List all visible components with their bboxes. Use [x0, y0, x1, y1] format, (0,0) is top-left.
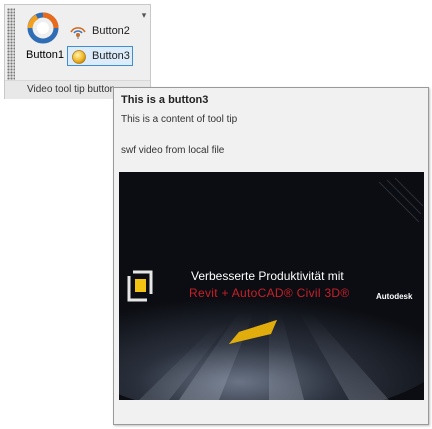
video-player[interactable]: Verbesserte Produktivität mit Revit + Au… [119, 172, 424, 400]
video-brand: Autodesk [376, 292, 413, 301]
button3[interactable]: Button3 [67, 46, 133, 66]
button2[interactable]: Button2 [68, 22, 138, 40]
button1-label: Button1 [26, 49, 64, 61]
yellow-orb-icon [72, 50, 86, 64]
tooltip-content: This is a content of tool tip [121, 114, 238, 125]
tooltip: This is a button3 This is a content of t… [113, 87, 429, 425]
wifi-signal-icon [70, 27, 86, 39]
button2-label: Button2 [92, 25, 130, 37]
tooltip-title: This is a button3 [121, 94, 209, 106]
tooltip-expanded-content: swf video from local file [121, 145, 225, 156]
ribbon-panel: ▾ Button1 Button2 Button3 Video tool tip… [4, 4, 151, 99]
panel-grip-handle[interactable] [7, 8, 15, 80]
video-product-name: Revit + AutoCAD® Civil 3D® [189, 286, 350, 300]
panel-title: Video tool tip button [27, 84, 116, 95]
button3-label: Button3 [92, 50, 130, 62]
panel-menu-icon[interactable]: ▾ [139, 10, 149, 20]
button1[interactable]: Button1 [23, 9, 64, 65]
circular-logo-icon [27, 12, 59, 44]
video-headline: Verbesserte Produktivität mit [191, 269, 344, 283]
